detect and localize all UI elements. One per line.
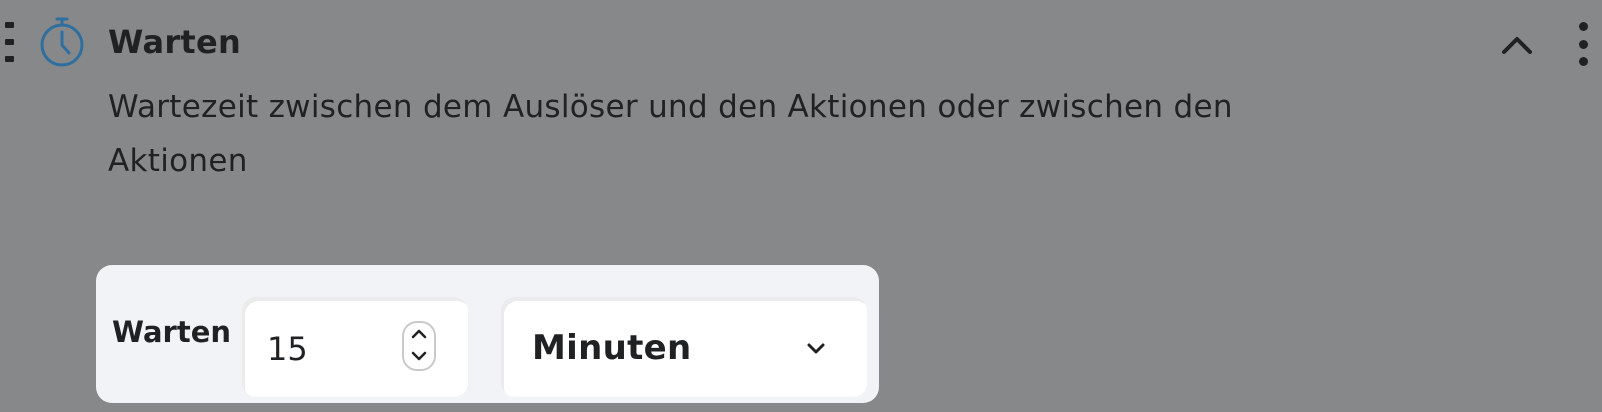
block-description: Wartezeit zwischen dem Auslöser und den …: [108, 89, 1233, 179]
stepper-up-icon[interactable]: [410, 328, 428, 340]
wait-unit-value: Minuten: [532, 328, 692, 368]
more-options-icon[interactable]: [1576, 22, 1590, 66]
amount-stepper[interactable]: [402, 321, 436, 371]
stepper-down-icon[interactable]: [410, 350, 428, 362]
wait-settings-panel: Warten 15 Minuten: [96, 265, 879, 403]
drag-handle-icon[interactable]: [2, 22, 16, 62]
block-title: Warten: [108, 23, 242, 61]
wait-label: Warten: [112, 315, 232, 349]
wait-amount-value: 15: [267, 330, 308, 368]
chevron-down-icon: [807, 343, 825, 354]
wait-amount-input[interactable]: 15: [242, 297, 468, 397]
chevron-up-icon[interactable]: [1498, 30, 1536, 58]
wait-unit-select[interactable]: Minuten: [501, 297, 867, 397]
timer-icon: [40, 17, 84, 67]
